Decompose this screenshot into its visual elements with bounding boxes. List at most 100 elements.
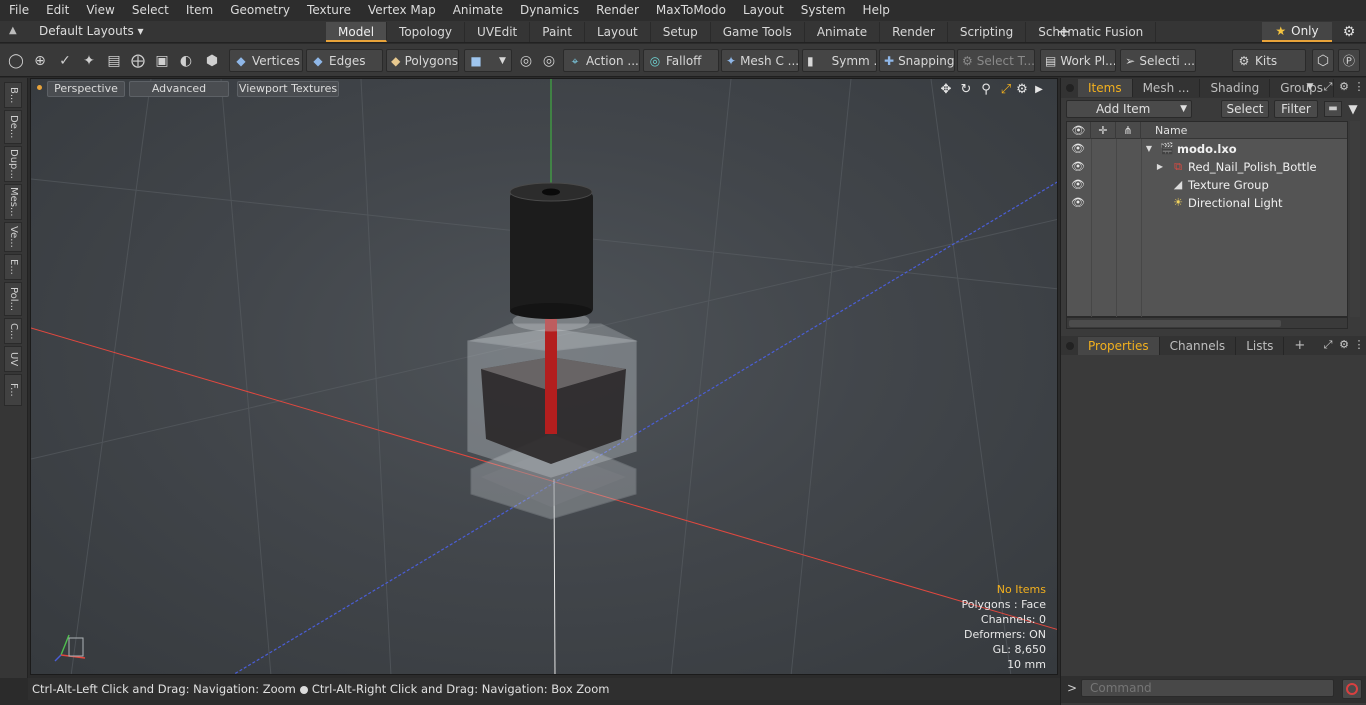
menu-render[interactable]: Render <box>587 0 647 21</box>
panel-maximize-icon[interactable]: ⤢ <box>1321 80 1335 94</box>
strip-tab-mesh[interactable]: Mes... <box>4 184 22 220</box>
tab-setup[interactable]: Setup <box>651 22 711 42</box>
globe-icon[interactable]: ⊕ <box>30 51 50 71</box>
material-mode-dropdown[interactable]: ■ ▼ <box>464 49 512 72</box>
mesh-constraint-button[interactable]: ✦ Mesh C ... <box>721 49 799 72</box>
collapsed-arrow-icon[interactable]: ▶ <box>1155 160 1165 174</box>
element-icon[interactable]: ▣ <box>152 51 172 71</box>
add-tab-icon[interactable]: + <box>1056 21 1072 42</box>
item-list-scrollbar[interactable] <box>1350 121 1360 317</box>
kits-button[interactable]: ⚙ Kits <box>1232 49 1306 72</box>
tab-shading[interactable]: Shading <box>1200 79 1271 97</box>
menu-vertex-map[interactable]: Vertex Map <box>359 0 444 21</box>
menu-texture[interactable]: Texture <box>298 0 359 21</box>
eye-icon[interactable]: 👁 <box>1071 178 1085 192</box>
panel-maximize-icon[interactable]: ⤢ <box>1321 338 1335 352</box>
menu-file[interactable]: File <box>0 0 37 21</box>
tab-uvedit[interactable]: UVEdit <box>465 22 531 42</box>
selection-sets-button[interactable]: ➢ Selecti ... <box>1120 49 1196 72</box>
tab-items[interactable]: Items <box>1078 79 1133 97</box>
viewport-gear-icon[interactable]: ⚙ <box>1014 82 1030 98</box>
tab-lists[interactable]: Lists <box>1236 337 1285 355</box>
strip-tab-basic[interactable]: B... <box>4 82 22 108</box>
3d-viewport[interactable]: Perspective Advanced Viewport Textures ✥… <box>30 78 1058 675</box>
name-column-header[interactable]: Name <box>1141 122 1347 139</box>
unity-button[interactable]: ⬡ <box>1312 49 1334 72</box>
falloff-button[interactable]: ◎ Falloff <box>643 49 719 72</box>
tab-properties[interactable]: Properties <box>1078 337 1160 355</box>
menu-select[interactable]: Select <box>123 0 177 21</box>
command-input[interactable] <box>1081 679 1334 697</box>
command-history-button[interactable] <box>1342 679 1362 699</box>
eye-icon[interactable]: 👁 <box>1071 160 1085 174</box>
scrollbar-thumb[interactable] <box>1069 320 1281 327</box>
menu-geometry[interactable]: Geometry <box>221 0 298 21</box>
strip-tab-fusion[interactable]: F... <box>4 374 22 406</box>
tab-mesh-ops[interactable]: Mesh ... <box>1133 79 1201 97</box>
symmetry-button[interactable]: ▮ Symm ... <box>802 49 877 72</box>
strip-tab-polygon[interactable]: Pol... <box>4 282 22 316</box>
eye-icon[interactable]: 👁 <box>1071 196 1085 210</box>
item-mode-icon[interactable]: ⬢ <box>202 51 222 71</box>
circle-select-icon[interactable]: ◯ <box>6 51 26 71</box>
vertices-button[interactable]: ◆ Vertices <box>229 49 303 72</box>
polygons-button[interactable]: ◆ Polygons <box>386 49 459 72</box>
panel-gear-icon[interactable]: ⚙ <box>1337 338 1351 352</box>
gear-icon[interactable]: ⚙ <box>1340 23 1358 41</box>
pivot-icon[interactable]: ◐ <box>176 51 196 71</box>
only-button[interactable]: ★ Only <box>1262 22 1332 42</box>
tab-scripting[interactable]: Scripting <box>948 22 1027 42</box>
render-column-icon[interactable]: ⋔ <box>1116 122 1141 139</box>
list-item[interactable]: 👁 ☀ Directional Light <box>1067 194 1347 212</box>
strip-tab-deform[interactable]: De... <box>4 110 22 144</box>
action-center-button[interactable]: ⌖ Action ... <box>563 49 640 72</box>
layout-toggle-icon[interactable]: ▲ <box>9 25 21 37</box>
advanced-dropdown[interactable]: Advanced <box>129 81 229 97</box>
menu-help[interactable]: Help <box>854 0 898 21</box>
tab-topology[interactable]: Topology <box>387 22 466 42</box>
zoom-icon[interactable]: ⚲ <box>978 82 994 98</box>
unreal-button[interactable]: Ⓟ <box>1338 49 1360 72</box>
list-item[interactable]: 👁 ◢ Texture Group <box>1067 176 1347 194</box>
strip-tab-edge[interactable]: E... <box>4 254 22 280</box>
strip-tab-vertex[interactable]: Ve... <box>4 222 22 252</box>
panel-options-icon[interactable] <box>1066 342 1074 350</box>
edges-button[interactable]: ◆ Edges <box>306 49 383 72</box>
select-through-button[interactable]: ⚙ Select T... <box>957 49 1035 72</box>
brush-icon[interactable]: ✦ <box>79 51 99 71</box>
menu-system[interactable]: System <box>792 0 854 21</box>
menu-dynamics[interactable]: Dynamics <box>511 0 587 21</box>
center-icon[interactable]: ⨁ <box>128 51 148 71</box>
tab-game-tools[interactable]: Game Tools <box>711 22 805 42</box>
expand-right-icon[interactable]: ▶ <box>1031 82 1047 98</box>
menu-animate[interactable]: Animate <box>444 0 511 21</box>
panel-grip-icon[interactable]: ⋮ <box>1352 80 1366 94</box>
tab-schematic-fusion[interactable]: Schematic Fusion <box>1026 22 1157 42</box>
list-item[interactable]: 👁 ▼ 🎬 modo.lxo <box>1067 140 1347 158</box>
tab-channels[interactable]: Channels <box>1160 337 1237 355</box>
lock-column-icon[interactable]: ✛ <box>1091 122 1116 139</box>
perspective-dropdown[interactable]: Perspective <box>47 81 125 97</box>
pan-icon[interactable]: ✥ <box>938 82 954 98</box>
menu-view[interactable]: View <box>77 0 122 21</box>
tab-render[interactable]: Render <box>880 22 948 42</box>
menu-layout[interactable]: Layout <box>734 0 792 21</box>
menu-edit[interactable]: Edit <box>37 0 77 21</box>
menu-item[interactable]: Item <box>177 0 221 21</box>
tabs-dropdown-icon[interactable]: ▼ <box>1303 80 1317 94</box>
tab-model[interactable]: Model <box>326 22 388 42</box>
add-item-button[interactable]: Add Item ▼ <box>1066 100 1192 118</box>
snapping-button[interactable]: ✚ Snapping <box>879 49 955 72</box>
symmetry-left-icon[interactable]: ◎ <box>516 51 536 71</box>
menu-maxtomodo[interactable]: MaxToModo <box>647 0 734 21</box>
filter-button[interactable]: Filter <box>1274 100 1318 118</box>
panel-options-icon[interactable] <box>1066 84 1074 92</box>
strip-tab-uv[interactable]: UV <box>4 346 22 372</box>
tab-animate[interactable]: Animate <box>805 22 881 42</box>
expand-arrow-icon[interactable]: ▼ <box>1144 142 1154 156</box>
item-list-hscrollbar[interactable] <box>1066 317 1348 329</box>
select-button[interactable]: Select <box>1221 100 1269 118</box>
symmetry-right-icon[interactable]: ◎ <box>539 51 559 71</box>
tab-layout[interactable]: Layout <box>585 22 651 42</box>
add-panel-tab-icon[interactable]: + <box>1284 337 1315 355</box>
